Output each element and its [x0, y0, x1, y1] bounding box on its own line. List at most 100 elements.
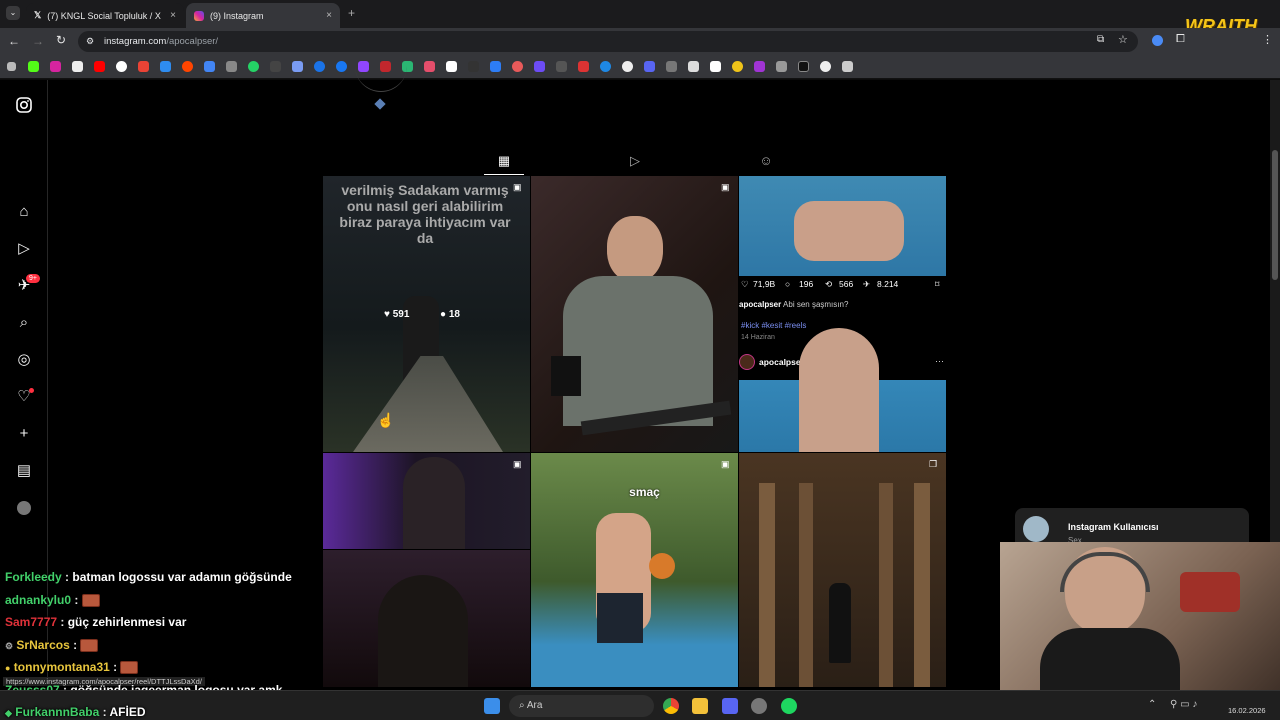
close-tab-icon[interactable]: ×	[326, 10, 332, 21]
bookmark-x-icon[interactable]	[66, 61, 88, 72]
back-icon[interactable]: ←	[8, 34, 20, 48]
bookmark-icon[interactable]	[154, 61, 176, 72]
bookmark-icon[interactable]	[638, 61, 660, 72]
shorts	[597, 593, 643, 643]
bookmark-icon[interactable]	[506, 61, 528, 72]
post-tile[interactable]: ❐	[739, 453, 946, 687]
reload-icon[interactable]: ↻	[56, 33, 66, 47]
windows-start-icon[interactable]	[484, 698, 500, 714]
bookmark-kick-icon[interactable]	[22, 61, 44, 72]
save-bookmark-icon[interactable]: ⌑	[935, 279, 939, 290]
bookmark-icon[interactable]	[616, 61, 638, 72]
taskbar-date: 16.02.2026	[1228, 706, 1266, 715]
url-input[interactable]: ⚙ instagram.com/apocalpser/	[78, 31, 1138, 52]
file-explorer-icon[interactable]	[692, 698, 708, 714]
home-icon[interactable]: ⌂	[14, 202, 34, 222]
bookmark-icon[interactable]	[572, 61, 594, 72]
bookmark-icon[interactable]	[264, 61, 286, 72]
bookmark-icon[interactable]	[682, 61, 704, 72]
scrollbar-thumb[interactable]	[1272, 150, 1278, 280]
bookmark-icon[interactable]	[308, 61, 330, 72]
bookmark-icon[interactable]	[836, 61, 858, 72]
puzzle-icon[interactable]: ⧠	[1176, 33, 1185, 46]
site-info-icon[interactable]: ⚙	[86, 36, 94, 47]
chrome-icon[interactable]	[663, 698, 679, 714]
bookmark-icon[interactable]	[286, 61, 308, 72]
search-icon[interactable]: ⌕	[14, 313, 34, 333]
instagram-logo-icon[interactable]	[14, 96, 34, 116]
bookmark-youtube-icon[interactable]	[88, 61, 110, 72]
bookmark-icon[interactable]	[814, 61, 836, 72]
bookmark-icon[interactable]	[528, 61, 550, 72]
bookmark-icon[interactable]	[770, 61, 792, 72]
like-count-overlay: ♥ 591	[384, 309, 410, 320]
chat-emote	[81, 594, 100, 608]
post-tile[interactable]: ▣	[531, 176, 738, 452]
reel-icon: ▣	[513, 182, 522, 192]
repost-icon[interactable]: ⟲	[825, 279, 832, 290]
tab-x[interactable]: 𝕏 (7) KNGL Social Topluluk / X ×	[26, 3, 184, 28]
person-head	[607, 216, 663, 282]
tray-icons[interactable]: ⚲ ▭ ♪	[1170, 699, 1197, 710]
headset	[1060, 552, 1150, 592]
forward-icon[interactable]: →	[32, 34, 44, 48]
bookmark-icon[interactable]	[462, 61, 484, 72]
tray-chevron-icon[interactable]: ⌃	[1148, 699, 1156, 710]
spotify-icon[interactable]	[781, 698, 797, 714]
bookmark-icon[interactable]	[726, 61, 748, 72]
apps-grid-icon[interactable]	[0, 62, 22, 71]
more-options-icon[interactable]: ···	[935, 356, 944, 366]
bookmark-icon[interactable]	[594, 61, 616, 72]
dashboard-icon[interactable]: ▤	[14, 461, 34, 481]
bookmark-icon[interactable]	[660, 61, 682, 72]
create-plus-icon[interactable]: +	[14, 424, 34, 444]
post-hashtags[interactable]: #kick #kesit #reels	[741, 321, 806, 330]
bookmark-icon[interactable]	[704, 61, 726, 72]
posts-grid-icon[interactable]: ▦	[495, 152, 513, 170]
explore-icon[interactable]: ◎	[14, 350, 34, 370]
bookmark-gmail-icon[interactable]	[132, 61, 154, 72]
bookmark-icon[interactable]	[550, 61, 572, 72]
reels-tab-icon[interactable]: ▷	[626, 152, 644, 170]
bookmark-facebook-icon[interactable]	[330, 61, 352, 72]
post-tile[interactable]: verilmiş Sadakam varmış onu nasıl geri a…	[323, 176, 530, 452]
bookmark-star-icon[interactable]: ☆	[1118, 33, 1128, 46]
reels-icon[interactable]: ▷	[14, 239, 34, 259]
bookmark-icon[interactable]	[748, 61, 770, 72]
taskbar-search[interactable]: ⌕ Ara	[509, 695, 654, 717]
tab-list-chevron-icon[interactable]: ⌄	[6, 6, 20, 20]
like-icon[interactable]: ♡	[741, 279, 749, 290]
bookmark-reddit-icon[interactable]	[176, 61, 198, 72]
comment-count: 18	[448, 309, 460, 320]
bookmark-whatsapp-icon[interactable]	[242, 61, 264, 72]
author-username: apocalpser	[759, 357, 804, 367]
caption-username[interactable]: apocalpser	[739, 300, 781, 309]
bookmark-icon[interactable]	[220, 61, 242, 72]
comment-icon[interactable]: ○	[785, 279, 790, 289]
author-avatar[interactable]	[739, 354, 755, 370]
menu-dots-icon[interactable]: ⋮	[1262, 33, 1273, 46]
bookmark-instagram-icon[interactable]	[44, 61, 66, 72]
share-icon[interactable]: ✈	[863, 279, 870, 290]
new-tab-icon[interactable]: +	[348, 6, 355, 20]
bookmark-translate-icon[interactable]	[198, 61, 220, 72]
bookmark-icon[interactable]	[792, 61, 814, 72]
post-tile-expanded[interactable]: ♡ 71,9B ○ 196 ⟲ 566 ✈ 8.214 ⌑ apocalpser…	[739, 176, 946, 452]
bookmark-icon[interactable]	[440, 61, 462, 72]
profile-avatar[interactable]	[14, 498, 34, 518]
comment-count-overlay: ● 18	[440, 309, 460, 320]
bookmark-icon[interactable]	[484, 61, 506, 72]
post-tile[interactable]: ▣ smaç	[531, 453, 738, 687]
bookmark-icon[interactable]	[418, 61, 440, 72]
extension-icon[interactable]	[1152, 35, 1163, 46]
discord-icon[interactable]	[722, 698, 738, 714]
bookmark-google-icon[interactable]	[110, 61, 132, 72]
install-icon[interactable]: ⧉	[1097, 34, 1104, 45]
tagged-tab-icon[interactable]: ☺	[757, 152, 775, 170]
post-tile[interactable]: ▣	[323, 453, 530, 549]
tab-instagram[interactable]: (9) Instagram ×	[186, 3, 340, 28]
post-tile[interactable]	[323, 550, 530, 687]
close-tab-icon[interactable]: ×	[170, 10, 176, 21]
post-caption: verilmiş Sadakam varmış onu nasıl geri a…	[339, 182, 511, 246]
app-icon[interactable]	[751, 698, 767, 714]
